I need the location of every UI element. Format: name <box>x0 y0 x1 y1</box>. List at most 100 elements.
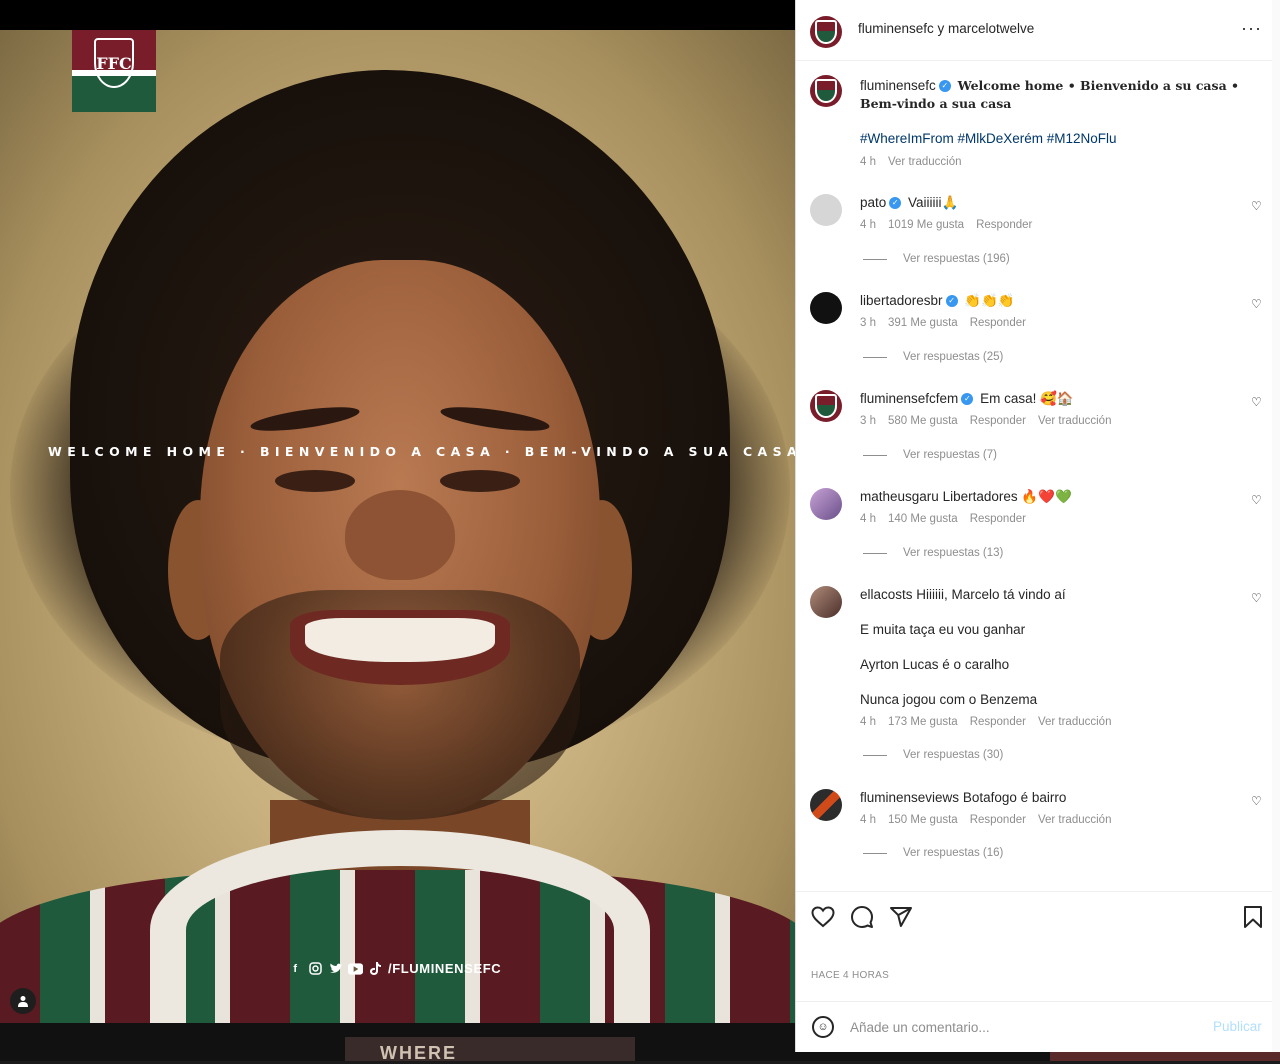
post-header: fluminensefc y marcelotwelve ··· <box>796 0 1280 61</box>
reply-button[interactable]: Responder <box>970 814 1026 826</box>
comment-likes[interactable]: 1019 Me gusta <box>888 219 964 231</box>
comment: pato ✓ Vaiiiiii🙏 <box>860 195 958 211</box>
comment-meta: 4 h 173 Me gusta Responder Ver traducción <box>860 716 1123 728</box>
eye-right <box>440 470 520 492</box>
view-replies[interactable]: Ver respuestas (13) <box>863 547 1003 559</box>
comment: matheusgaru Libertadores 🔥❤️💚 <box>860 489 1072 505</box>
view-replies[interactable]: Ver respuestas (30) <box>863 749 1003 761</box>
comment: fluminenseviews Botafogo é bairro <box>860 790 1066 805</box>
share-icon[interactable] <box>888 904 914 930</box>
club-crest: FFC <box>72 30 156 112</box>
comment-text: Libertadores 🔥❤️💚 <box>942 489 1072 504</box>
comment-text-line: Ayrton Lucas é o caralho <box>860 657 1010 672</box>
translate-button[interactable]: Ver traducción <box>1038 415 1112 427</box>
author-avatar[interactable] <box>810 16 842 48</box>
comment-time: 3 h <box>860 317 876 329</box>
comment-avatar[interactable] <box>810 789 842 821</box>
comment-avatar[interactable] <box>810 194 842 226</box>
comment-avatar[interactable] <box>810 586 842 618</box>
post-modal: FFC WELCOME HOME · BIENVENIDO A CASA · B… <box>0 0 1280 1063</box>
comment-meta: 4 h 1019 Me gusta Responder <box>860 219 1044 231</box>
youtube-icon <box>348 962 363 976</box>
reply-button[interactable]: Responder <box>970 415 1026 427</box>
caption-avatar[interactable] <box>810 75 842 107</box>
emoji-icon[interactable]: ☺ <box>812 1016 834 1038</box>
post-timestamp[interactable]: HACE 4 HORAS <box>811 970 889 981</box>
comment-username[interactable]: matheusgaru <box>860 489 939 504</box>
comments-list[interactable]: fluminensefc ✓ Welcome home • Bienvenido … <box>796 61 1280 891</box>
like-comment-icon[interactable]: ♡ <box>1251 297 1262 311</box>
comment-text: Em casa! 🥰🏠 <box>980 391 1074 406</box>
comment-username[interactable]: fluminenseviews <box>860 790 959 805</box>
comment-username[interactable]: libertadoresbr <box>860 293 943 308</box>
reply-button[interactable]: Responder <box>970 513 1026 525</box>
add-comment-bar: ☺ Publicar <box>796 1001 1280 1052</box>
comment-time: 4 h <box>860 814 876 826</box>
reply-button[interactable]: Responder <box>976 219 1032 231</box>
caption-translate[interactable]: Ver traducción <box>888 156 962 168</box>
crest-shield-icon: FFC <box>94 38 134 88</box>
comment-username[interactable]: pato <box>860 195 886 210</box>
caption-hashtags[interactable]: #WhereImFrom #MlkDeXerém #M12NoFlu <box>860 131 1117 146</box>
view-replies[interactable]: Ver respuestas (16) <box>863 847 1003 859</box>
comment-icon[interactable] <box>849 904 875 930</box>
post-sidebar: fluminensefc y marcelotwelve ··· flumine… <box>795 0 1280 1052</box>
verified-icon: ✓ <box>889 197 902 210</box>
social-handle: /FLUMINENSEFC <box>388 961 502 976</box>
caption-time: 4 h <box>860 156 876 168</box>
instagram-icon <box>308 962 323 976</box>
caption: fluminensefc ✓ Welcome home • Bienvenido … <box>860 77 1260 113</box>
comment-input[interactable] <box>850 1014 1190 1040</box>
view-replies[interactable]: Ver respuestas (25) <box>863 351 1003 363</box>
publish-button[interactable]: Publicar <box>1213 1019 1262 1034</box>
comment-avatar[interactable] <box>810 488 842 520</box>
like-icon[interactable] <box>810 904 836 930</box>
comment-likes[interactable]: 140 Me gusta <box>888 513 958 525</box>
page-scrollbar[interactable] <box>1272 0 1280 1052</box>
view-replies[interactable]: Ver respuestas (196) <box>863 253 1010 265</box>
more-options-icon[interactable]: ··· <box>1241 18 1262 39</box>
caption-username[interactable]: fluminensefc <box>860 78 936 93</box>
comment-avatar[interactable] <box>810 292 842 324</box>
like-comment-icon[interactable]: ♡ <box>1251 591 1262 605</box>
comment-time: 4 h <box>860 219 876 231</box>
like-comment-icon[interactable]: ♡ <box>1251 493 1262 507</box>
comment-likes[interactable]: 150 Me gusta <box>888 814 958 826</box>
comment-likes[interactable]: 173 Me gusta <box>888 716 958 728</box>
translate-button[interactable]: Ver traducción <box>1038 814 1112 826</box>
reply-button[interactable]: Responder <box>970 317 1026 329</box>
comment-meta: 4 h 150 Me gusta Responder Ver traducción <box>860 814 1123 826</box>
post-image[interactable]: FFC WELCOME HOME · BIENVENIDO A CASA · B… <box>0 30 795 1023</box>
comment-likes[interactable]: 580 Me gusta <box>888 415 958 427</box>
post-authors[interactable]: fluminensefc y marcelotwelve <box>858 21 1034 36</box>
tiktok-icon <box>368 962 383 976</box>
smile-teeth <box>305 618 495 662</box>
caption-meta: 4 h Ver traducción <box>860 156 974 168</box>
nose <box>345 490 455 580</box>
comment-text: 👏👏👏 <box>964 293 1015 308</box>
reply-button[interactable]: Responder <box>970 716 1026 728</box>
like-comment-icon[interactable]: ♡ <box>1251 199 1262 213</box>
post-actions: HACE 4 HORAS <box>796 891 1280 1001</box>
comment-time: 3 h <box>860 415 876 427</box>
twitter-icon <box>328 962 343 976</box>
comment-avatar[interactable] <box>810 390 842 422</box>
like-comment-icon[interactable]: ♡ <box>1251 794 1262 808</box>
comment-meta: 3 h 580 Me gusta Responder Ver traducción <box>860 415 1123 427</box>
translate-button[interactable]: Ver traducción <box>1038 716 1112 728</box>
comment-meta: 4 h 140 Me gusta Responder <box>860 513 1038 525</box>
comment-text-line: Nunca jogou com o Benzema <box>860 692 1038 707</box>
verified-icon: ✓ <box>945 295 958 308</box>
facebook-icon: f <box>293 962 298 975</box>
comment-username[interactable]: fluminensefcfem <box>860 391 958 406</box>
comment-username[interactable]: ellacosts <box>860 587 913 602</box>
comment-text-line: E muita taça eu vou ganhar <box>860 622 1026 637</box>
comment: fluminensefcfem ✓ Em casa! 🥰🏠 <box>860 391 1074 407</box>
comment-likes[interactable]: 391 Me gusta <box>888 317 958 329</box>
comment-meta: 3 h 391 Me gusta Responder <box>860 317 1038 329</box>
like-comment-icon[interactable]: ♡ <box>1251 395 1262 409</box>
view-replies[interactable]: Ver respuestas (7) <box>863 449 997 461</box>
tagged-users-icon[interactable] <box>10 988 36 1014</box>
save-icon[interactable] <box>1240 904 1266 930</box>
comment-text: Botafogo é bairro <box>962 790 1067 805</box>
